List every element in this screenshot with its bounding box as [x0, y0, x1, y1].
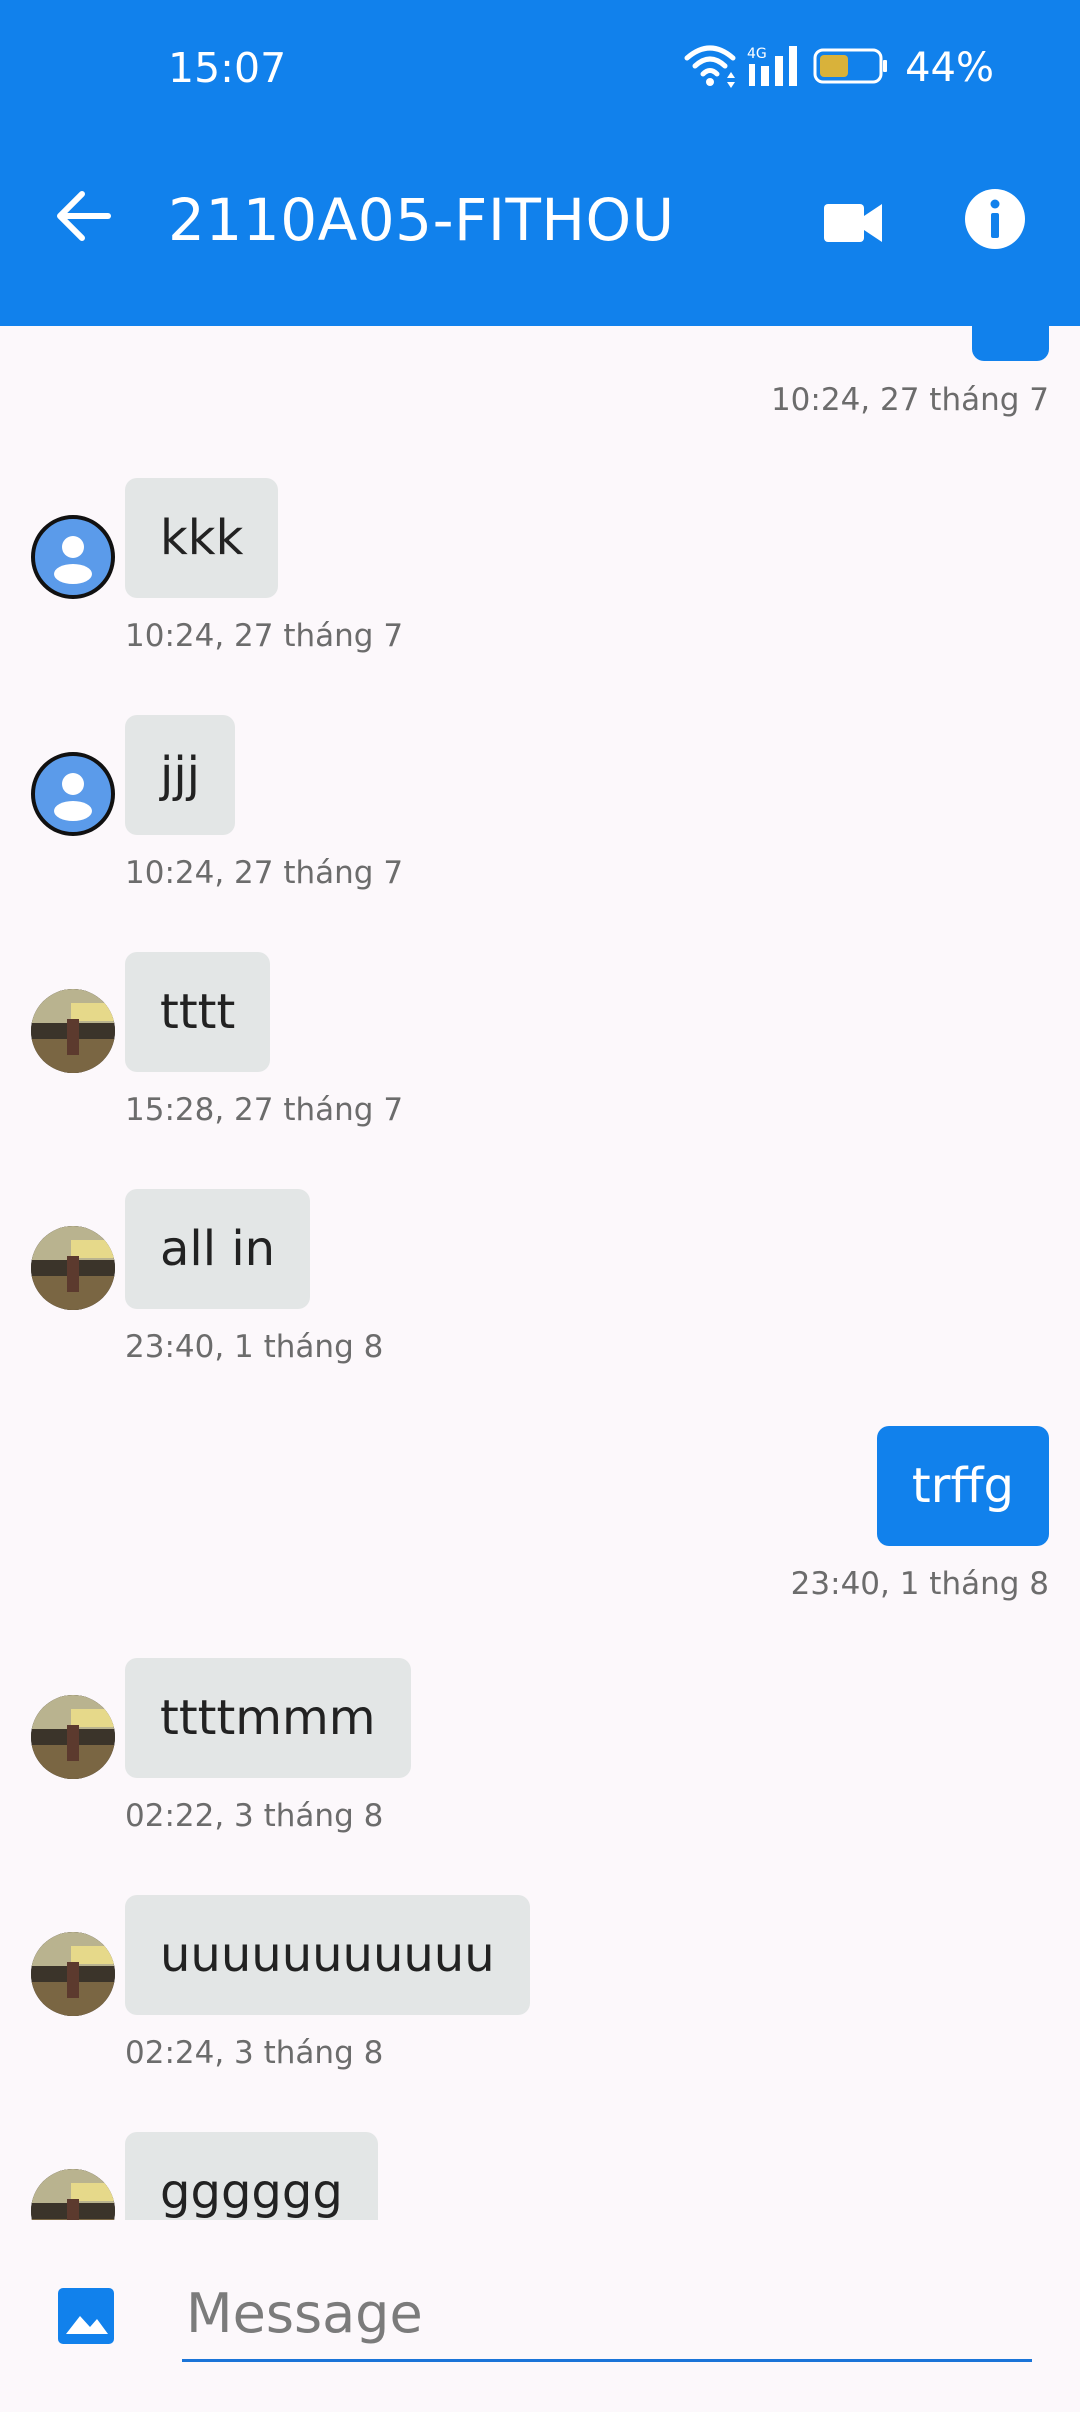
- info-button[interactable]: [958, 182, 1032, 256]
- message-time: 10:24, 27 tháng 7: [770, 382, 1049, 418]
- avatar[interactable]: [31, 989, 115, 1073]
- app-bar: 15:07 4G 44% 2110A05-FITHOU: [0, 0, 1080, 326]
- battery-icon: [813, 46, 889, 90]
- avatar[interactable]: [31, 1932, 115, 2016]
- avatar[interactable]: [31, 1695, 115, 1779]
- message-time: 15:28, 27 tháng 7: [125, 1092, 404, 1128]
- network-type-label: 4G: [747, 46, 767, 62]
- cellular-signal-icon: 4G: [747, 44, 803, 92]
- status-icons: 4G 44%: [683, 38, 994, 98]
- default-user-icon: [54, 536, 92, 584]
- message-list[interactable]: j 10:24, 27 tháng 7 kkk 10:24, 27 tháng …: [0, 326, 1080, 2220]
- message-time: 02:22, 3 tháng 8: [125, 1798, 384, 1834]
- avatar[interactable]: [31, 515, 115, 599]
- avatar[interactable]: [31, 1226, 115, 1310]
- message-bubble-incoming[interactable]: kkk: [125, 478, 279, 598]
- avatar[interactable]: [31, 2169, 115, 2220]
- user-photo: [31, 989, 115, 1073]
- wifi-icon: [683, 44, 737, 92]
- battery-percent: 44%: [905, 45, 994, 91]
- back-button[interactable]: [48, 180, 120, 252]
- message-bubble-incoming[interactable]: jjj: [125, 715, 236, 835]
- image-icon: [58, 2288, 114, 2344]
- arrow-back-icon: [57, 191, 111, 241]
- message-bubble-incoming[interactable]: gggggg: [125, 2132, 378, 2220]
- user-photo: [31, 1695, 115, 1779]
- message-bubble-incoming[interactable]: tttt: [125, 952, 271, 1072]
- message-bubble-incoming[interactable]: ttttmmm: [125, 1658, 411, 1778]
- message-input[interactable]: [182, 2268, 1032, 2362]
- status-time: 15:07: [168, 44, 287, 92]
- video-call-button[interactable]: [818, 186, 890, 258]
- message-time: 10:24, 27 tháng 7: [125, 855, 404, 891]
- user-photo: [31, 2169, 115, 2220]
- user-photo: [31, 1226, 115, 1310]
- chat-title: 2110A05-FITHOU: [168, 186, 675, 254]
- video-camera-icon: [824, 204, 882, 242]
- attach-image-button[interactable]: [54, 2284, 118, 2348]
- user-photo: [31, 1932, 115, 2016]
- default-user-icon: [54, 773, 92, 821]
- message-bubble-incoming[interactable]: uuuuuuuuuuu: [125, 1895, 530, 2015]
- message-time: 23:40, 1 tháng 8: [125, 1329, 384, 1365]
- message-bubble-outgoing[interactable]: j: [971, 326, 1049, 361]
- message-bubble-incoming[interactable]: all in: [125, 1189, 311, 1309]
- info-icon: [965, 189, 1025, 249]
- message-bubble-outgoing[interactable]: trffg: [876, 1426, 1049, 1546]
- message-time: 02:24, 3 tháng 8: [125, 2035, 384, 2071]
- message-time: 23:40, 1 tháng 8: [790, 1566, 1049, 1602]
- message-time: 10:24, 27 tháng 7: [125, 618, 404, 654]
- avatar[interactable]: [31, 752, 115, 836]
